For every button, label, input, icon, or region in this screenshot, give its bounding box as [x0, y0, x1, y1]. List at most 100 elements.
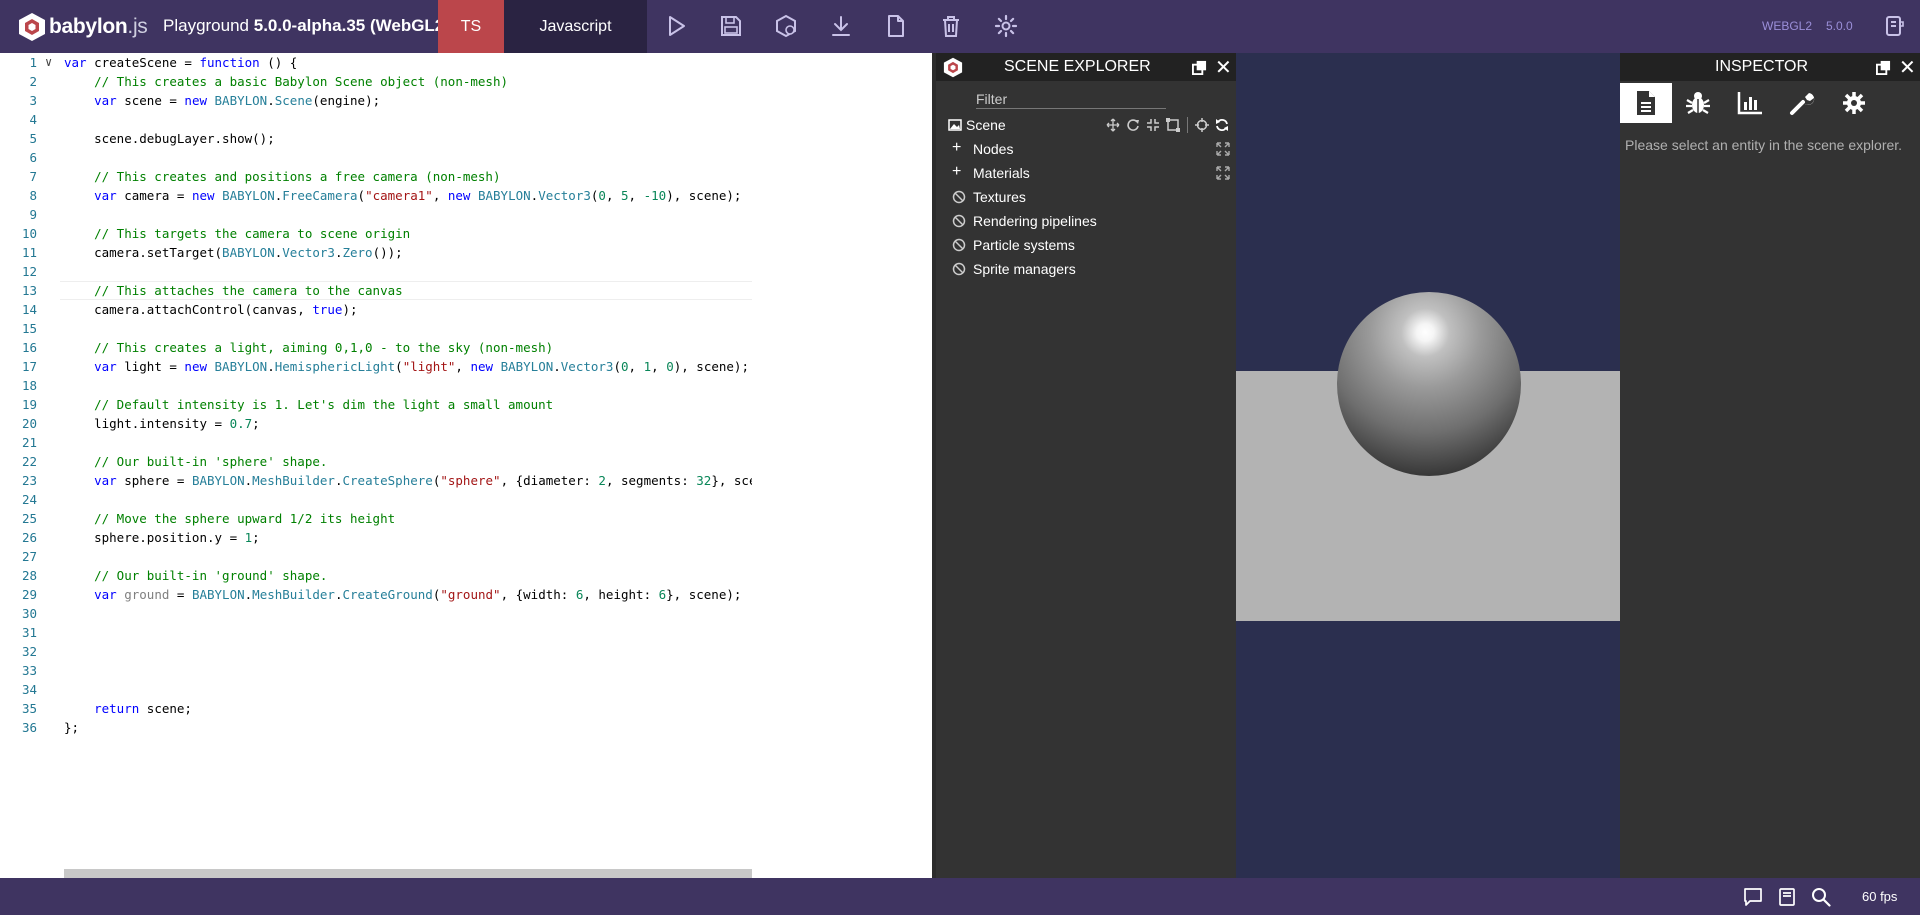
code-line[interactable]: var ground = BABYLON.MeshBuilder.CreateG…	[64, 585, 741, 604]
expand-icon[interactable]	[1216, 166, 1230, 180]
code-token: // This creates a light, aiming 0,1,0 - …	[64, 340, 554, 355]
tab-javascript[interactable]: Javascript	[504, 0, 647, 53]
tree-item-particle-systems[interactable]: Particle systems	[936, 233, 1236, 257]
tab-tools[interactable]	[1776, 83, 1828, 123]
tab-settings[interactable]	[1828, 83, 1880, 123]
code-token: // This attaches the camera to the canva…	[64, 283, 403, 298]
code-line[interactable]: var scene = new BABYLON.Scene(engine);	[64, 91, 380, 110]
playground-title: Playground 5.0.0-alpha.35 (WebGL2)	[163, 16, 450, 36]
expand-icon[interactable]	[1216, 142, 1230, 156]
code-line[interactable]: scene.debugLayer.show();	[64, 129, 275, 148]
code-line[interactable]: };	[64, 718, 79, 737]
code-line[interactable]: var light = new BABYLON.HemisphericLight…	[64, 357, 749, 376]
line-number: 11	[21, 245, 37, 260]
close-icon[interactable]: ✕	[1899, 55, 1916, 80]
tab-properties[interactable]	[1620, 83, 1672, 123]
line-number: 3	[29, 93, 37, 108]
tree-item-label: Rendering pipelines	[973, 213, 1097, 229]
code-token: .	[334, 587, 343, 602]
new-file-icon[interactable]	[884, 14, 908, 38]
tab-debug[interactable]	[1672, 83, 1724, 123]
code-token: ;	[252, 416, 260, 431]
code-token: BABYLON	[222, 245, 275, 260]
code-token: 2	[598, 473, 606, 488]
code-line[interactable]: // This targets the camera to scene orig…	[64, 224, 410, 243]
refresh-icon[interactable]	[1215, 118, 1229, 132]
properties-icon	[1637, 91, 1655, 115]
code-token: scene.debugLayer.show();	[64, 131, 275, 146]
crosshair-icon[interactable]	[1195, 118, 1209, 132]
popout-icon[interactable]	[1876, 60, 1891, 75]
line-number: 21	[21, 435, 37, 450]
ban-icon	[952, 238, 966, 252]
code-line[interactable]: sphere.position.y = 1;	[64, 528, 260, 547]
code-line[interactable]: var camera = new BABYLON.FreeCamera("cam…	[64, 186, 741, 205]
tree-item-sprite-managers[interactable]: Sprite managers	[936, 257, 1236, 281]
search-icon[interactable]	[1811, 887, 1831, 907]
code-token: var	[94, 359, 117, 374]
code-editor[interactable]: 1 2 3 4 5 6 7 8 9 10 11 12 13 14 15 16 17 18 19 20 21 22 23 24 2…	[0, 53, 752, 878]
tree-item-materials[interactable]: + Materials	[936, 161, 1236, 185]
tree-item-textures[interactable]: Textures	[936, 185, 1236, 209]
image-icon	[948, 119, 962, 131]
plus-icon[interactable]: +	[952, 164, 966, 180]
rotate-gizmo-icon[interactable]	[1126, 118, 1140, 132]
babylon-logo[interactable]: babylon.js	[18, 10, 148, 43]
bounding-box-gizmo-icon[interactable]	[1166, 118, 1180, 132]
code-line[interactable]: var sphere = BABYLON.MeshBuilder.CreateS…	[64, 471, 752, 490]
examples-icon[interactable]	[1882, 14, 1906, 38]
filter-input[interactable]	[976, 89, 1166, 109]
clear-icon[interactable]	[939, 14, 963, 38]
tree-item-nodes[interactable]: + Nodes	[936, 137, 1236, 161]
settings-icon[interactable]	[994, 14, 1018, 38]
tree-item-label: Particle systems	[973, 237, 1075, 253]
code-token: new	[184, 93, 207, 108]
code-line[interactable]: var createScene = function () {	[64, 53, 297, 72]
line-number: 7	[29, 169, 37, 184]
code-token: ,	[455, 359, 471, 374]
line-number: 13	[21, 283, 37, 298]
inspector-toggle-icon[interactable]	[774, 14, 798, 38]
plus-icon[interactable]: +	[952, 140, 966, 156]
line-number: 1	[29, 55, 37, 70]
line-number: 23	[21, 473, 37, 488]
popout-icon[interactable]	[1192, 60, 1207, 75]
code-token: var	[94, 587, 117, 602]
code-line[interactable]: // Move the sphere upward 1/2 its height	[64, 509, 395, 528]
tree-item-rendering-pipelines[interactable]: Rendering pipelines	[936, 209, 1236, 233]
save-icon[interactable]	[1777, 887, 1797, 907]
fold-chevron-icon[interactable]: ∨	[45, 55, 52, 69]
scale-gizmo-icon[interactable]	[1146, 118, 1160, 132]
code-line[interactable]: // This creates a light, aiming 0,1,0 - …	[64, 338, 553, 357]
render-canvas[interactable]	[1236, 53, 1620, 878]
comment-icon[interactable]	[1743, 887, 1763, 907]
code-line[interactable]: return scene;	[64, 699, 192, 718]
code-line[interactable]: camera.attachControl(canvas, true);	[64, 300, 357, 319]
code-token: BABYLON	[477, 188, 531, 203]
save-icon[interactable]	[719, 14, 743, 38]
code-line[interactable]: // Default intensity is 1. Let's dim the…	[64, 395, 553, 414]
code-line[interactable]: // This creates a basic Babylon Scene ob…	[64, 72, 508, 91]
tab-typescript[interactable]: TS	[438, 0, 504, 53]
move-gizmo-icon[interactable]	[1106, 118, 1120, 132]
download-icon[interactable]	[829, 14, 853, 38]
code-token: return	[94, 701, 140, 716]
code-line[interactable]: camera.setTarget(BABYLON.Vector3.Zero())…	[64, 243, 403, 262]
code-line[interactable]: // This creates and positions a free cam…	[64, 167, 500, 186]
line-number: 30	[21, 606, 37, 621]
code-line[interactable]: // This attaches the camera to the canva…	[64, 281, 403, 300]
code-line[interactable]: // Our built-in 'sphere' shape.	[64, 452, 327, 471]
tree-item-scene[interactable]: Scene	[936, 113, 1236, 137]
code-line[interactable]: light.intensity = 0.7;	[64, 414, 260, 433]
code-token: sphere.position.y =	[64, 530, 245, 545]
code-line[interactable]: // Our built-in 'ground' shape.	[64, 566, 327, 585]
horizontal-scrollbar[interactable]	[64, 869, 752, 878]
tab-statistics[interactable]	[1724, 83, 1776, 123]
play-icon[interactable]	[664, 14, 688, 38]
code-token: var	[64, 55, 87, 70]
engine-version[interactable]: 5.0.0	[1826, 19, 1853, 33]
engine-label[interactable]: WEBGL2	[1762, 19, 1812, 33]
close-icon[interactable]: ✕	[1215, 55, 1232, 80]
